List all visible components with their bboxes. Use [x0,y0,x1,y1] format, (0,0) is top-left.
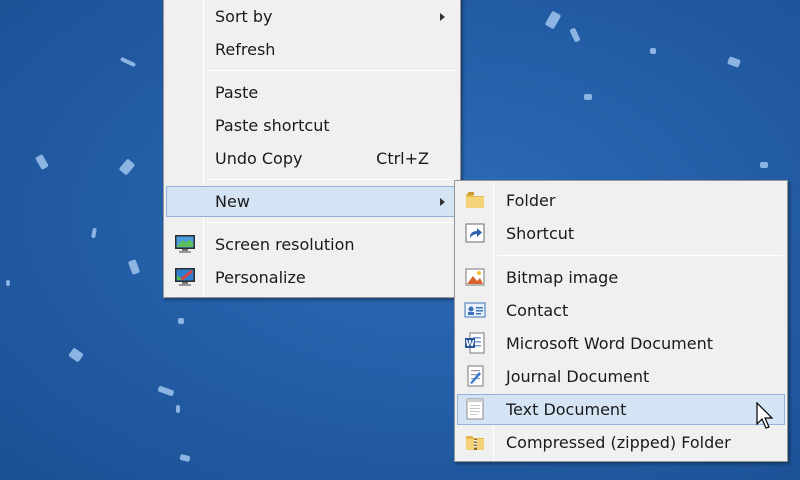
submenu-item-bitmap-image[interactable]: Bitmap image [457,262,785,293]
menu-separator [207,222,456,223]
confetti-decoration [544,10,562,30]
submenu-item-zip-folder[interactable]: Compressed (zipped) Folder [457,427,785,458]
text-document-icon [466,398,484,420]
submenu-item-folder[interactable]: Folder [457,185,785,216]
menu-item-personalize[interactable]: Personalize [166,262,458,293]
menu-item-sort-by[interactable]: Sort by [166,1,458,32]
submenu-item-label: Compressed (zipped) Folder [506,433,731,452]
confetti-decoration [650,48,656,54]
submenu-item-journal-document[interactable]: Journal Document [457,361,785,392]
journal-document-icon [467,365,484,387]
menu-item-undo-copy[interactable]: Undo Copy Ctrl+Z [166,143,458,174]
submenu-item-label: Shortcut [506,224,575,243]
monitor-icon [175,235,195,253]
confetti-decoration [179,453,191,463]
submenu-arrow-icon [440,198,445,206]
mouse-cursor-icon [756,402,774,429]
submenu-item-label: Microsoft Word Document [506,334,713,353]
contact-icon [464,302,486,318]
menu-item-label: New [215,192,250,211]
menu-item-new[interactable]: New [166,186,458,217]
submenu-item-label: Journal Document [506,367,650,386]
submenu-item-shortcut[interactable]: Shortcut [457,218,785,249]
confetti-decoration [760,162,768,168]
confetti-decoration [127,259,141,275]
bitmap-icon [465,268,485,286]
submenu-item-label: Bitmap image [506,268,619,287]
menu-item-shortcut-text: Ctrl+Z [376,149,429,168]
menu-item-label: Personalize [215,268,306,287]
menu-item-label: Sort by [215,7,273,26]
menu-item-paste-shortcut[interactable]: Paste shortcut [166,110,458,141]
shortcut-icon [465,223,485,243]
confetti-decoration [157,385,175,397]
menu-item-screen-resolution[interactable]: Screen resolution [166,229,458,260]
confetti-decoration [726,56,742,68]
menu-item-label: Screen resolution [215,235,355,254]
menu-item-label: Paste [215,83,259,102]
confetti-decoration [6,280,10,286]
menu-item-refresh[interactable]: Refresh [166,34,458,65]
confetti-decoration [91,227,97,239]
personalize-icon [175,268,195,286]
folder-icon [466,192,484,208]
submenu-item-label: Folder [506,191,556,210]
desktop-context-menu: Sort by Refresh Paste Paste shortcut Und… [163,0,461,298]
submenu-item-label: Contact [506,301,569,320]
menu-item-paste[interactable]: Paste [166,77,458,108]
submenu-item-word-document[interactable]: W Microsoft Word Document [457,328,785,359]
new-submenu: Folder Shortcut Bitmap image Contact W M… [454,180,788,462]
submenu-item-text-document[interactable]: Text Document [457,394,785,425]
confetti-decoration [119,56,137,68]
confetti-decoration [68,347,84,363]
menu-item-label: Paste shortcut [215,116,330,135]
zip-folder-icon [466,436,484,450]
submenu-arrow-icon [440,13,445,21]
confetti-decoration [178,318,184,324]
confetti-decoration [176,405,180,413]
confetti-decoration [584,94,592,100]
confetti-decoration [569,27,581,43]
menu-separator [207,70,456,71]
submenu-item-label: Text Document [506,400,627,419]
confetti-decoration [118,158,136,176]
svg-text:W: W [466,339,475,348]
confetti-decoration [35,153,49,171]
submenu-item-contact[interactable]: Contact [457,295,785,326]
menu-item-label: Refresh [215,40,276,59]
menu-separator [497,255,783,256]
word-document-icon: W [465,332,485,354]
menu-separator [207,179,456,180]
menu-item-label: Undo Copy [215,149,303,168]
